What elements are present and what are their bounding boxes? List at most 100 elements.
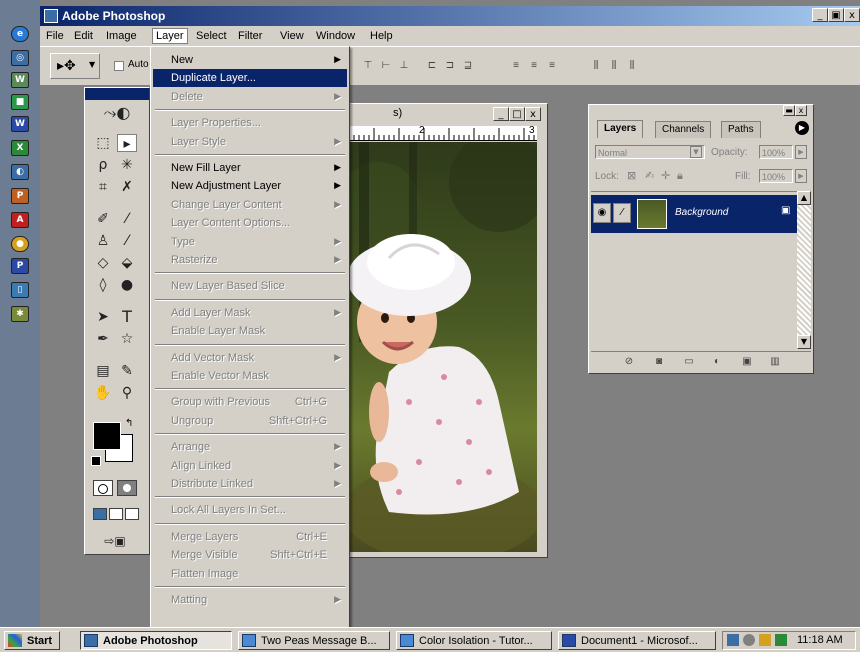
start-button[interactable]: Start	[4, 631, 60, 650]
menu-item-layer-style[interactable]: Layer Style ▶	[153, 133, 347, 151]
eraser-tool-icon[interactable]: ◇	[93, 254, 113, 272]
document-title-bar[interactable]: s) _ □ x	[341, 104, 547, 124]
menu-item-align-linked[interactable]: Align Linked ▶	[153, 457, 347, 475]
link-icon[interactable]: ⊘	[621, 355, 637, 369]
distribute-right-icon[interactable]: ⫼	[624, 59, 640, 73]
clone-stamp-tool-icon[interactable]: ♙	[93, 232, 113, 250]
lock-transparency-icon[interactable]: ⊠	[627, 169, 636, 182]
dodge-tool-icon[interactable]: ●	[117, 276, 137, 294]
doc-close-button[interactable]: x	[525, 107, 541, 121]
align-center-icon[interactable]: ⊐	[442, 59, 458, 73]
healing-brush-tool-icon[interactable]: ✐	[93, 210, 113, 228]
tray-app-icon[interactable]	[759, 634, 771, 646]
opacity-field[interactable]: 100%	[759, 145, 793, 159]
lasso-tool-icon[interactable]: ρ	[93, 156, 113, 174]
fill-field[interactable]: 100%	[759, 169, 793, 183]
tab-paths[interactable]: Paths	[721, 121, 761, 138]
tool-preset-picker[interactable]: ▸✥ ▼	[50, 53, 100, 79]
media-icon[interactable]: ●	[11, 236, 29, 252]
opacity-slider-arrow[interactable]: ▶	[795, 145, 807, 159]
layers-scrollbar[interactable]: ▲ ▼	[797, 191, 811, 349]
default-colors-icon[interactable]	[91, 456, 101, 466]
palette-menu-icon[interactable]: ▶	[795, 121, 809, 135]
new-set-icon[interactable]: ▭	[681, 355, 697, 369]
menu-item-ungroup[interactable]: Ungroup Shft+Ctrl+G	[153, 412, 347, 430]
align-left-icon[interactable]: ⊏	[424, 59, 440, 73]
zoom-tool-icon[interactable]: ⚲	[117, 384, 137, 402]
palette-minimize-button[interactable]: ▬	[783, 105, 795, 116]
people-icon[interactable]: ✱	[11, 306, 29, 322]
foreground-color-swatch-top[interactable]	[93, 422, 121, 450]
slice-tool-icon[interactable]: ✗	[117, 178, 137, 196]
fill-slider-arrow[interactable]: ▶	[795, 169, 807, 183]
scroll-down-button[interactable]: ▼	[797, 335, 811, 349]
menu-item-arrange[interactable]: Arrange ▶	[153, 438, 347, 456]
menu-item-new-adjustment-layer[interactable]: New Adjustment Layer ▶	[153, 177, 347, 195]
menu-item-distribute-linked[interactable]: Distribute Linked ▶	[153, 475, 347, 493]
paint-bucket-tool-icon[interactable]: ⬙	[117, 254, 137, 272]
app-icon[interactable]	[44, 9, 58, 23]
task-color-isolation[interactable]: Color Isolation - Tutor...	[396, 631, 552, 650]
menu-help[interactable]: Help	[370, 30, 393, 42]
excel-icon[interactable]: X	[11, 140, 29, 156]
layers-palette-header[interactable]: ▬ x	[589, 105, 813, 117]
swap-colors-icon[interactable]: ↰	[125, 418, 133, 429]
screen-mode-standard-icon[interactable]	[93, 508, 107, 520]
lock-image-icon[interactable]: ✍	[645, 169, 654, 182]
canvas-photo[interactable]	[349, 142, 537, 552]
menu-item-new[interactable]: New ▶	[153, 51, 347, 69]
menu-item-layer-properties[interactable]: Layer Properties...	[153, 114, 347, 132]
title-bar[interactable]: Adobe Photoshop _ ▣ x	[40, 6, 860, 26]
standard-mode-icon[interactable]	[93, 480, 113, 496]
blend-mode-select[interactable]: Normal ▼	[595, 145, 705, 159]
lock-all-icon[interactable]: 🔒︎	[677, 169, 683, 183]
menu-select[interactable]: Select	[196, 30, 227, 42]
app-icon[interactable]: W	[11, 72, 29, 88]
align-middle-icon[interactable]: ⊢	[378, 59, 394, 73]
menu-item-enable-vector-mask[interactable]: Enable Vector Mask	[153, 367, 347, 385]
menu-item-layer-content-options[interactable]: Layer Content Options...	[153, 214, 347, 232]
menu-item-delete[interactable]: Delete ▶	[153, 88, 347, 106]
tray-antivirus-icon[interactable]	[775, 634, 787, 646]
distribute-middle-icon[interactable]: ≡	[526, 59, 542, 73]
close-button[interactable]: x	[844, 8, 860, 22]
type-tool-icon[interactable]: T	[117, 308, 137, 326]
scroll-up-button[interactable]: ▲	[797, 191, 811, 205]
tray-volume-icon[interactable]	[743, 634, 755, 646]
doc-minimize-button[interactable]: _	[493, 107, 509, 121]
path-selection-tool-icon[interactable]: ➤	[93, 308, 113, 326]
magic-wand-tool-icon[interactable]: ✳	[117, 156, 137, 174]
word-icon[interactable]: W	[11, 116, 29, 132]
doc-maximize-button[interactable]: □	[509, 107, 525, 121]
menu-filter[interactable]: Filter	[238, 30, 262, 42]
palette-close-button[interactable]: x	[795, 105, 807, 116]
add-mask-icon[interactable]: ◙	[651, 355, 667, 369]
history-brush-tool-icon[interactable]: ⁄	[117, 232, 137, 250]
distribute-left-icon[interactable]: ⫼	[588, 59, 604, 73]
menu-item-duplicate-layer[interactable]: Duplicate Layer...	[153, 69, 347, 88]
distribute-bottom-icon[interactable]: ≡	[544, 59, 560, 73]
screen-mode-full-menu-icon[interactable]	[109, 508, 123, 520]
menu-item-change-layer-content[interactable]: Change Layer Content ▶	[153, 196, 347, 214]
quick-mask-mode-icon[interactable]	[117, 480, 137, 496]
menu-file[interactable]: File	[46, 30, 64, 42]
feather-logo-icon[interactable]: ⤳◐	[93, 104, 141, 122]
tray-network-icon[interactable]	[727, 634, 739, 646]
tools-palette-header[interactable]	[85, 88, 149, 100]
network-icon[interactable]: ◎	[11, 50, 29, 66]
menu-item-add-vector-mask[interactable]: Add Vector Mask ▶	[153, 349, 347, 367]
green-app-icon[interactable]: ■	[11, 94, 29, 110]
brush-icon[interactable]: ⁄	[613, 203, 631, 223]
menu-item-type[interactable]: Type ▶	[153, 233, 347, 251]
menu-item-add-layer-mask[interactable]: Add Layer Mask ▶	[153, 304, 347, 322]
menu-item-new-layer-based-slice[interactable]: New Layer Based Slice	[153, 277, 347, 295]
notes-tool-icon[interactable]: ▤	[93, 362, 113, 380]
menu-item-rasterize[interactable]: Rasterize ▶	[153, 251, 347, 269]
move-tool-icon[interactable]: ▸	[117, 134, 137, 152]
trash-icon[interactable]: ▥	[767, 355, 783, 369]
tab-layers[interactable]: Layers	[597, 120, 644, 138]
menu-view[interactable]: View	[280, 30, 304, 42]
screen-mode-full-icon[interactable]	[125, 508, 139, 520]
blur-tool-icon[interactable]: ◊	[93, 276, 113, 294]
auto-select-checkbox[interactable]	[114, 61, 124, 71]
